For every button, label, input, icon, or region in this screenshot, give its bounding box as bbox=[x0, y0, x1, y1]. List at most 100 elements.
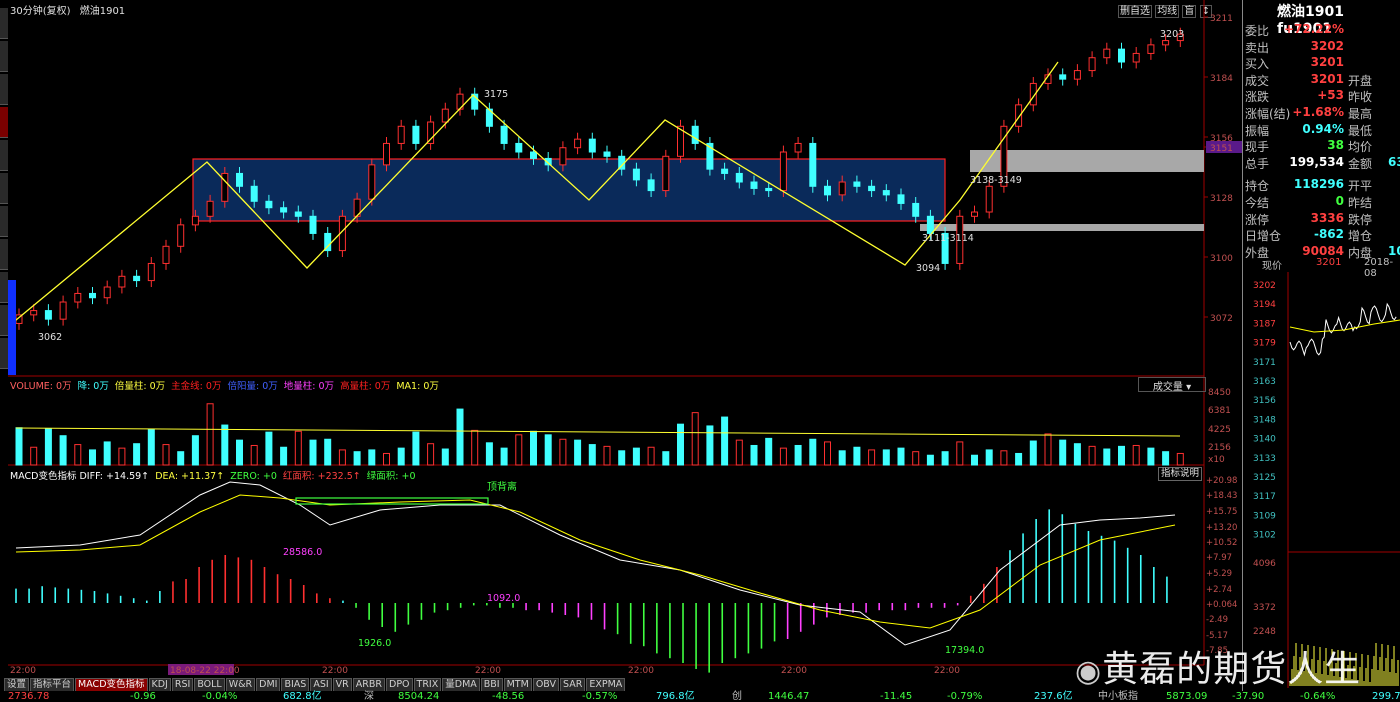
quote-key: 开盘 bbox=[1348, 73, 1373, 88]
volume-header: VOLUME: 0万 降: 0万 倍量柱: 0万 主金线: 0万 倍阳量: 0万… bbox=[10, 378, 439, 392]
volume-bar bbox=[147, 428, 155, 466]
macd-header: MACD变色指标 DIFF: +14.59↑ DEA: +11.37↑ ZERO… bbox=[10, 468, 416, 482]
candle-body bbox=[89, 292, 96, 299]
candle-body bbox=[779, 151, 787, 192]
volume-bar bbox=[118, 447, 126, 466]
indicator-tab[interactable]: W&R bbox=[225, 678, 256, 691]
volume-bar bbox=[574, 439, 582, 466]
volume-bar bbox=[397, 447, 405, 466]
quote-row: 持仓 118296 开平 bbox=[1244, 177, 1400, 193]
indicator-tab[interactable]: 指标平台 bbox=[30, 678, 75, 691]
volume-bar bbox=[103, 441, 111, 466]
candle-body bbox=[897, 194, 905, 204]
indicator-tab[interactable]: SAR bbox=[560, 678, 586, 691]
indicator-tab[interactable]: RSI bbox=[171, 678, 194, 691]
indicator-tab[interactable]: BOLL bbox=[194, 678, 225, 691]
volume-bar bbox=[1000, 450, 1008, 466]
quote-key: 涨幅(结) bbox=[1245, 107, 1291, 121]
indicator-tab[interactable]: MTM bbox=[503, 678, 532, 691]
macd-tick-label: +0.064 bbox=[1206, 600, 1237, 610]
candle-body bbox=[632, 168, 640, 181]
candle-body bbox=[809, 142, 817, 187]
candle-body bbox=[427, 121, 435, 144]
volume-bar bbox=[368, 449, 376, 466]
indicator-tab[interactable]: EXPMA bbox=[586, 678, 626, 691]
price-tick-label: 3151 bbox=[1210, 144, 1233, 154]
volume-dropdown[interactable]: 成交量 ▾ bbox=[1138, 377, 1206, 393]
mini-axis-label: 3102 bbox=[1253, 531, 1276, 541]
macd-tick-label: +13.20 bbox=[1206, 523, 1237, 533]
candle-body bbox=[926, 215, 934, 234]
candle-body bbox=[412, 125, 420, 144]
candle-body bbox=[574, 138, 582, 149]
volume-bar bbox=[721, 416, 729, 466]
candle-body bbox=[853, 181, 861, 187]
volume-bar bbox=[500, 447, 508, 466]
price-tick-label: 3184 bbox=[1210, 74, 1233, 84]
candle-body bbox=[603, 151, 611, 157]
mini-axis-label: 3163 bbox=[1253, 377, 1276, 387]
indicator-tab[interactable]: BIAS bbox=[281, 678, 310, 691]
indicator-tab[interactable]: MACD变色指标 bbox=[75, 678, 148, 691]
volume-bar bbox=[779, 447, 787, 466]
chevron-down-icon: ▾ bbox=[1186, 382, 1192, 393]
mini-label: 现价 bbox=[1262, 261, 1282, 272]
position-marker bbox=[8, 280, 16, 375]
volume-item: 地量柱: 0万 bbox=[283, 381, 335, 392]
indicator-tab[interactable]: BBI bbox=[480, 678, 503, 691]
quote-row: 日增仓 -862 增仓 bbox=[1244, 227, 1400, 243]
indicator-tab[interactable]: ASI bbox=[310, 678, 332, 691]
candle-body bbox=[59, 301, 67, 320]
indicator-tab[interactable]: DPO bbox=[386, 678, 413, 691]
indicator-help-button[interactable]: 指标说明 bbox=[1158, 467, 1202, 481]
candle-body bbox=[794, 142, 802, 153]
indicator-tab[interactable]: 设置 bbox=[4, 678, 30, 691]
quote-value: 10 bbox=[1388, 243, 1400, 258]
volume-bar bbox=[1073, 443, 1081, 466]
volume-tick-label: 2156 bbox=[1208, 443, 1231, 453]
candle-body bbox=[1103, 48, 1111, 59]
candle-body bbox=[30, 310, 38, 316]
status-value: -37.90 bbox=[1232, 691, 1265, 702]
watermark-text: 黄磊的期货人生 bbox=[1102, 649, 1362, 690]
indicator-tab[interactable]: VR bbox=[332, 678, 352, 691]
price-annotation: 3094 bbox=[916, 263, 940, 274]
indicator-tab[interactable]: DMI bbox=[256, 678, 281, 691]
volume-bar bbox=[15, 427, 23, 466]
volume-bar bbox=[44, 428, 52, 466]
volume-bar bbox=[30, 446, 38, 466]
status-value: 中小板指 bbox=[1098, 691, 1138, 702]
volume-bar bbox=[882, 449, 890, 466]
quote-value: +72.22% bbox=[1283, 22, 1344, 36]
quote-value: 3202 bbox=[1310, 38, 1344, 53]
mini-axis-label: 3125 bbox=[1253, 473, 1276, 483]
indicator-tab[interactable]: KDJ bbox=[148, 678, 171, 691]
candle-body bbox=[838, 181, 846, 196]
volume-tick-label: 4225 bbox=[1208, 425, 1231, 435]
main-chart[interactable]: 3062 3175 3094 3203 3138-3149 3111-3114 顶背离 28… bbox=[0, 0, 1244, 678]
mini-axis-label: 4096 bbox=[1253, 559, 1276, 569]
macd-area-label: 1092.0 bbox=[487, 593, 520, 604]
quote-row: 卖出 3202 bbox=[1244, 39, 1400, 55]
time-tick-label: 18-08-22 22:00 bbox=[170, 666, 240, 676]
candle-body bbox=[912, 202, 920, 217]
price-tick-label: 3128 bbox=[1210, 194, 1233, 204]
indicator-tab[interactable]: 量DMA bbox=[442, 678, 480, 691]
candle-body bbox=[236, 172, 243, 187]
candle-body bbox=[103, 286, 111, 299]
volume-dropdown-label: 成交量 bbox=[1152, 382, 1183, 393]
indicator-tab[interactable]: TRIX bbox=[413, 678, 442, 691]
quote-key: 开平 bbox=[1348, 179, 1373, 194]
indicator-tab[interactable]: ARBR bbox=[352, 678, 385, 691]
volume-bar bbox=[412, 431, 420, 466]
volume-bar bbox=[750, 444, 758, 466]
indicator-tab[interactable]: OBV bbox=[532, 678, 560, 691]
candle-body bbox=[309, 215, 317, 234]
status-value: 1446.47 bbox=[768, 691, 810, 702]
volume-bar bbox=[544, 434, 552, 466]
volume-tick-label: 8450 bbox=[1208, 388, 1231, 398]
macd-area-label: 1926.0 bbox=[358, 638, 391, 649]
candle-body bbox=[118, 275, 126, 288]
candle-body bbox=[147, 262, 155, 282]
quote-value: 90084 bbox=[1302, 243, 1344, 258]
